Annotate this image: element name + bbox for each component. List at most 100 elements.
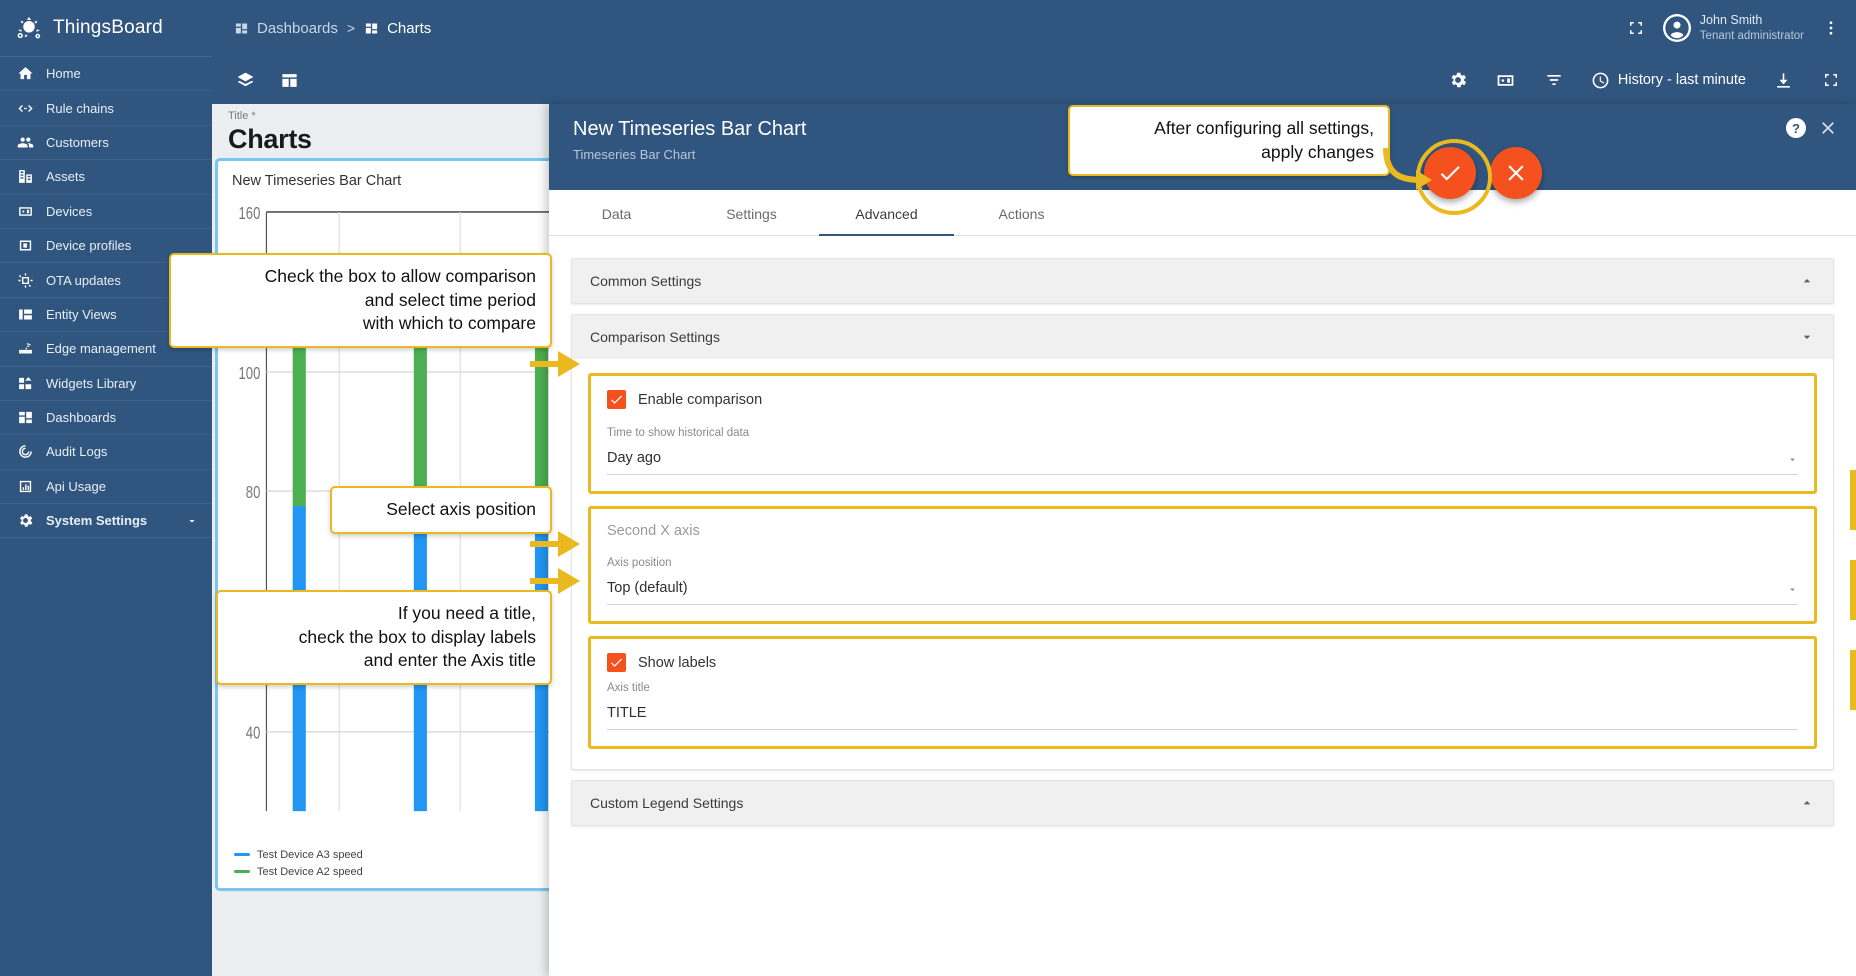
chevron-down-icon[interactable]	[186, 515, 198, 527]
callout-axis-position: Select axis position	[330, 486, 552, 534]
dashboards-icon	[364, 21, 379, 36]
enable-comparison-checkbox[interactable]	[607, 390, 626, 409]
sidebar-item-label: Dashboards	[46, 410, 116, 425]
breadcrumb-item-charts[interactable]: Charts	[364, 20, 431, 37]
enable-comparison-label: Enable comparison	[638, 392, 762, 408]
thingsboard-logo-icon	[14, 13, 44, 43]
tab-settings[interactable]: Settings	[684, 190, 819, 235]
accordion-header-comparison-settings[interactable]: Comparison Settings	[572, 315, 1833, 359]
top-header: Dashboards > Charts John Smith	[212, 0, 1856, 56]
legend-item[interactable]: Test Device A2 speed	[234, 863, 363, 880]
accordion-header-common-settings[interactable]: Common Settings	[572, 259, 1833, 303]
second-x-axis-title: Second X axis	[607, 523, 1798, 539]
edge-marker	[1850, 470, 1856, 530]
chevron-up-icon	[1799, 795, 1815, 811]
sidebar-item-home[interactable]: Home	[0, 57, 212, 91]
axis-title-label: Axis title	[607, 682, 1798, 694]
app-root: ThingsBoard Home Rule chains Customers A…	[0, 0, 1856, 976]
drawer-header-actions: ?	[1786, 118, 1838, 138]
axis-position-select[interactable]: Top (default)	[607, 576, 1798, 605]
widget-title: New Timeseries Bar Chart	[218, 161, 549, 189]
sidebar-item-rule-chains[interactable]: Rule chains	[0, 91, 212, 125]
user-menu[interactable]: John Smith Tenant administrator	[1663, 13, 1804, 43]
filter-icon[interactable]	[1543, 69, 1565, 91]
axis-title-value: TITLE	[607, 705, 646, 721]
fullscreen-icon[interactable]	[1820, 69, 1842, 91]
header-actions: John Smith Tenant administrator	[1625, 13, 1842, 43]
breadcrumb-item-dashboards[interactable]: Dashboards	[234, 20, 338, 37]
sidebar-item-system-settings[interactable]: System Settings	[0, 504, 212, 538]
sidebar-item-audit-logs[interactable]: Audit Logs	[0, 435, 212, 469]
sidebar-item-customers[interactable]: Customers	[0, 126, 212, 160]
close-icon[interactable]	[1818, 118, 1838, 138]
breadcrumb-label: Charts	[387, 20, 431, 37]
sidebar-item-dashboards[interactable]: Dashboards	[0, 401, 212, 435]
widgets-library-icon	[16, 374, 34, 392]
more-vertical-icon[interactable]	[1820, 17, 1842, 39]
sidebar-item-devices[interactable]: Devices	[0, 195, 212, 229]
accordion-title: Comparison Settings	[590, 329, 720, 345]
callout-axis-title: If you need a title, check the box to di…	[216, 590, 552, 685]
content-area: Title * Charts New Timeseries Bar Chart	[212, 104, 1856, 976]
device-profiles-icon	[16, 237, 34, 255]
edge-marker	[1850, 560, 1856, 620]
sidebar-item-label: Widgets Library	[46, 376, 136, 391]
show-labels-checkbox[interactable]	[607, 653, 626, 672]
help-button[interactable]: ?	[1786, 118, 1806, 138]
dashboard-title[interactable]: Charts	[228, 124, 549, 155]
entity-views-icon	[16, 305, 34, 323]
cancel-changes-button[interactable]	[1490, 147, 1542, 199]
user-name: John Smith	[1700, 13, 1804, 29]
second-x-axis-group: Second X axis Axis position Top (default…	[588, 506, 1817, 624]
sidebar-item-label: Audit Logs	[46, 444, 107, 459]
dashboard-title-block: Title * Charts	[212, 104, 549, 155]
historical-data-value: Day ago	[607, 450, 661, 466]
dashboard-toolbar: History - last minute	[212, 56, 1856, 104]
accordion-comparison-settings: Comparison Settings Enable compari	[571, 314, 1834, 770]
axis-title-input[interactable]: TITLE	[607, 701, 1798, 730]
chart-legend: Test Device A3 speed Test Device A2 spee…	[234, 846, 363, 880]
callout-apply-changes: After configuring all settings, apply ch…	[1068, 105, 1390, 176]
layout-icon[interactable]	[278, 69, 300, 91]
historical-data-label: Time to show historical data	[607, 427, 1798, 439]
fullscreen-icon[interactable]	[1625, 17, 1647, 39]
sidebar-item-widgets-library[interactable]: Widgets Library	[0, 367, 212, 401]
timewindow-button[interactable]: History - last minute	[1591, 71, 1746, 90]
gear-icon[interactable]	[1447, 69, 1469, 91]
tab-actions[interactable]: Actions	[954, 190, 1089, 235]
edge-marker	[1850, 650, 1856, 710]
layers-icon[interactable]	[234, 69, 256, 91]
sidebar-item-label: System Settings	[46, 513, 147, 528]
legend-label: Test Device A2 speed	[257, 866, 363, 878]
tab-data[interactable]: Data	[549, 190, 684, 235]
sidebar-item-label: Edge management	[46, 341, 156, 356]
axis-position-field: Axis position Top (default)	[607, 557, 1798, 605]
dashboards-icon	[16, 409, 34, 427]
gear-icon	[16, 512, 34, 530]
legend-label: Test Device A3 speed	[257, 849, 363, 861]
devices-icon[interactable]	[1495, 69, 1517, 91]
api-usage-icon	[16, 477, 34, 495]
avatar	[1663, 14, 1691, 42]
show-labels-label: Show labels	[638, 655, 716, 671]
sidebar-item-assets[interactable]: Assets	[0, 160, 212, 194]
sidebar-item-label: OTA updates	[46, 273, 121, 288]
historical-data-select[interactable]: Day ago	[607, 446, 1798, 475]
sidebar-item-label: Assets	[46, 169, 85, 184]
dashboard-title-label: Title *	[228, 110, 549, 122]
customers-icon	[16, 133, 34, 151]
sidebar-item-api-usage[interactable]: Api Usage	[0, 470, 212, 504]
legend-item[interactable]: Test Device A3 speed	[234, 846, 363, 863]
enable-comparison-row[interactable]: Enable comparison	[607, 390, 1798, 409]
brand[interactable]: ThingsBoard	[0, 0, 212, 56]
sidebar-item-label: Customers	[46, 135, 109, 150]
download-icon[interactable]	[1772, 69, 1794, 91]
tab-advanced[interactable]: Advanced	[819, 190, 954, 235]
dashboard-preview: Title * Charts New Timeseries Bar Chart	[212, 104, 549, 976]
svg-text:40: 40	[246, 724, 261, 743]
accordion-header-custom-legend-settings[interactable]: Custom Legend Settings	[572, 781, 1833, 825]
breadcrumb: Dashboards > Charts	[234, 20, 431, 37]
accordion-title: Common Settings	[590, 273, 701, 289]
accordion-body-comparison-settings: Enable comparison Time to show historica…	[572, 359, 1833, 769]
show-labels-row[interactable]: Show labels	[607, 653, 1798, 672]
